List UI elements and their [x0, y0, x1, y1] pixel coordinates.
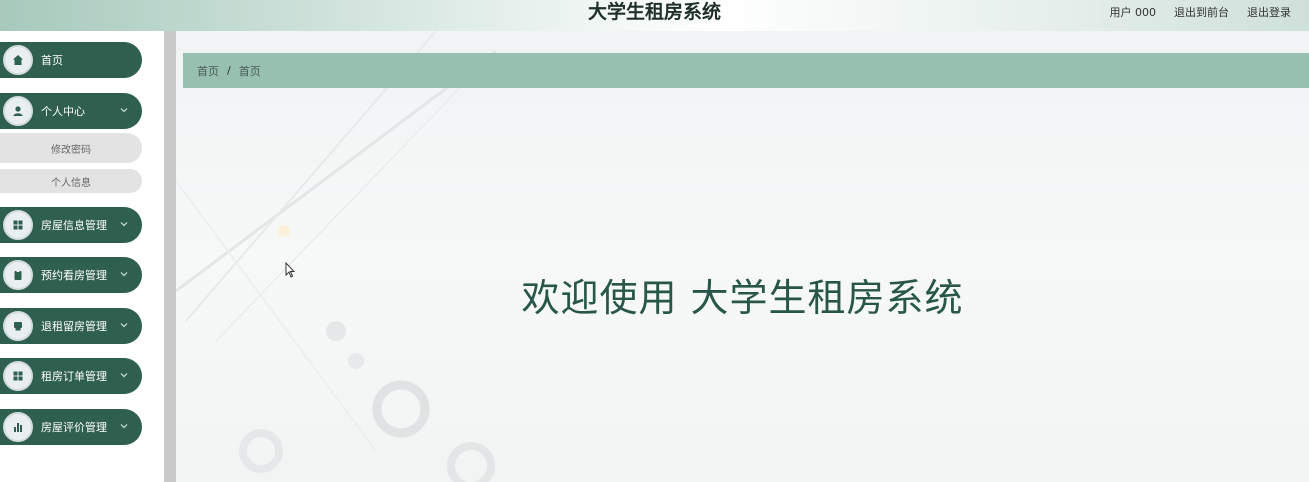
sidebar-item-personal-center[interactable]: 个人中心	[0, 93, 142, 129]
sidebar-item-label: 房屋信息管理	[41, 219, 107, 232]
clipboard-icon	[3, 260, 33, 290]
user-icon	[3, 96, 33, 126]
chevron-down-icon	[120, 272, 128, 277]
grid-icon	[3, 210, 33, 240]
sidebar: 首页 个人中心 修改密码 个人信息 房屋信息管理 预约看房管理 退租留房管理 租…	[0, 31, 164, 482]
bar-chart-icon	[3, 412, 33, 442]
sidebar-item-house-info[interactable]: 房屋信息管理	[0, 207, 142, 243]
welcome-heading: 欢迎使用 大学生租房系统	[521, 276, 964, 320]
sidebar-subitem-personal-info[interactable]: 个人信息	[0, 169, 142, 193]
sidebar-item-label: 首页	[41, 54, 63, 67]
sidebar-item-label: 房屋评价管理	[41, 421, 107, 434]
back-to-frontend-link[interactable]: 退出到前台	[1174, 4, 1229, 20]
background-decoration	[176, 31, 497, 482]
grid-icon	[3, 361, 33, 391]
chevron-down-icon	[120, 373, 128, 378]
mouse-pointer-icon	[285, 262, 295, 278]
sidebar-item-home[interactable]: 首页	[0, 42, 142, 78]
chevron-down-icon	[120, 424, 128, 429]
top-header: 大学生租房系统 用户 000 退出到前台 退出登录	[0, 0, 1309, 31]
sidebar-item-label: 个人中心	[41, 105, 85, 118]
home-icon	[3, 45, 33, 75]
main-content: 首页 / 首页 欢迎使用 大学生租房系统	[176, 31, 1309, 482]
sidebar-item-checkout[interactable]: 退租留房管理	[0, 308, 142, 344]
chevron-down-icon	[120, 108, 128, 113]
chevron-down-icon	[120, 222, 128, 227]
sidebar-item-rental-orders[interactable]: 租房订单管理	[0, 358, 142, 394]
header-links: 用户 000 退出到前台 退出登录	[1110, 4, 1292, 20]
sidebar-scrollbar[interactable]	[164, 31, 176, 482]
breadcrumb-separator: /	[227, 64, 231, 77]
breadcrumb: 首页 / 首页	[183, 53, 1309, 88]
logout-link[interactable]: 退出登录	[1247, 4, 1291, 20]
sidebar-item-label: 预约看房管理	[41, 269, 107, 282]
box-icon	[3, 311, 33, 341]
current-user-link[interactable]: 用户 000	[1110, 4, 1157, 20]
breadcrumb-item-current: 首页	[238, 64, 261, 78]
chevron-down-icon	[120, 323, 128, 328]
sidebar-item-viewing-appointment[interactable]: 预约看房管理	[0, 257, 142, 293]
sidebar-item-label: 租房订单管理	[41, 370, 107, 383]
app-root: 大学生租房系统 用户 000 退出到前台 退出登录 首页 个人中心 修改密码 个…	[0, 0, 1309, 482]
sidebar-item-house-reviews[interactable]: 房屋评价管理	[0, 409, 142, 445]
sidebar-subitem-change-password[interactable]: 修改密码	[0, 133, 142, 163]
sidebar-item-label: 退租留房管理	[41, 320, 107, 333]
breadcrumb-item-home[interactable]: 首页	[197, 63, 219, 79]
